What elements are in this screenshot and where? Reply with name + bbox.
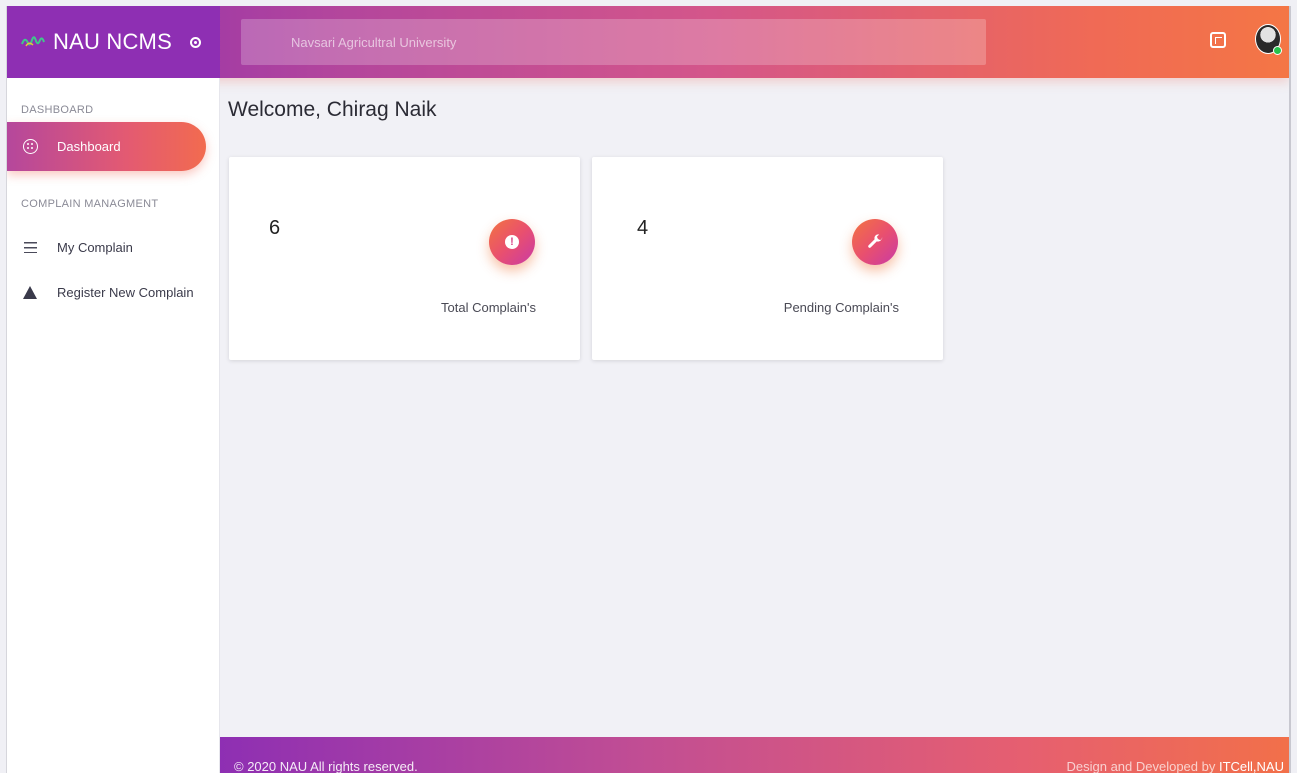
credits-prefix: Design and Developed by: [1066, 759, 1219, 773]
warning-icon: [21, 285, 39, 299]
list-icon: [21, 241, 39, 253]
sidebar-item-register-new-complain[interactable]: Register New Complain: [7, 274, 220, 310]
itcell-link[interactable]: ITCell,NAU: [1219, 759, 1284, 773]
stat-card-pending-complains[interactable]: 4 Pending Complain's: [592, 157, 943, 360]
copyright-text: © 2020 NAU All rights reserved.: [234, 759, 418, 773]
online-status-icon: [1273, 46, 1282, 55]
brand-name[interactable]: NAU NCMS: [53, 29, 172, 55]
dashboard-icon: [21, 139, 39, 154]
app-frame: NAU NCMS DASHBOARD Dashboard COMPLAIN MA…: [6, 6, 1291, 773]
sidebar-section-title: DASHBOARD: [21, 104, 94, 116]
stat-label: Pending Complain's: [783, 300, 899, 315]
search-input[interactable]: [241, 19, 986, 65]
credits-text: Design and Developed by ITCell,NAU: [1066, 759, 1284, 773]
stat-card-total-complains[interactable]: 6 ! Total Complain's: [229, 157, 580, 360]
top-navbar: NAU NCMS: [7, 6, 1289, 78]
stat-label: Total Complain's: [441, 300, 536, 315]
sidebar-item-label: Register New Complain: [57, 284, 194, 300]
fullscreen-icon[interactable]: [1210, 32, 1226, 48]
stat-value: 6: [269, 217, 281, 239]
sidebar-item-my-complain[interactable]: My Complain: [7, 229, 220, 265]
footer: © 2020 NAU All rights reserved. Design a…: [220, 737, 1289, 773]
exclamation-icon: !: [489, 219, 535, 265]
sidebar-section-title: COMPLAIN MANAGMENT: [21, 198, 159, 210]
sidebar-item-dashboard[interactable]: Dashboard: [7, 122, 206, 171]
sidebar-item-label: My Complain: [57, 239, 133, 255]
wrench-icon: [852, 219, 898, 265]
sidebar-toggle-icon[interactable]: [189, 36, 201, 48]
page-title: Welcome, Chirag Naik: [228, 98, 437, 121]
sidebar: DASHBOARD Dashboard COMPLAIN MANAGMENT M…: [7, 78, 220, 773]
nau-logo-icon: [21, 32, 45, 52]
brand-area: NAU NCMS: [7, 6, 220, 78]
sidebar-item-label: Dashboard: [57, 139, 121, 154]
stat-value: 4: [637, 217, 649, 239]
